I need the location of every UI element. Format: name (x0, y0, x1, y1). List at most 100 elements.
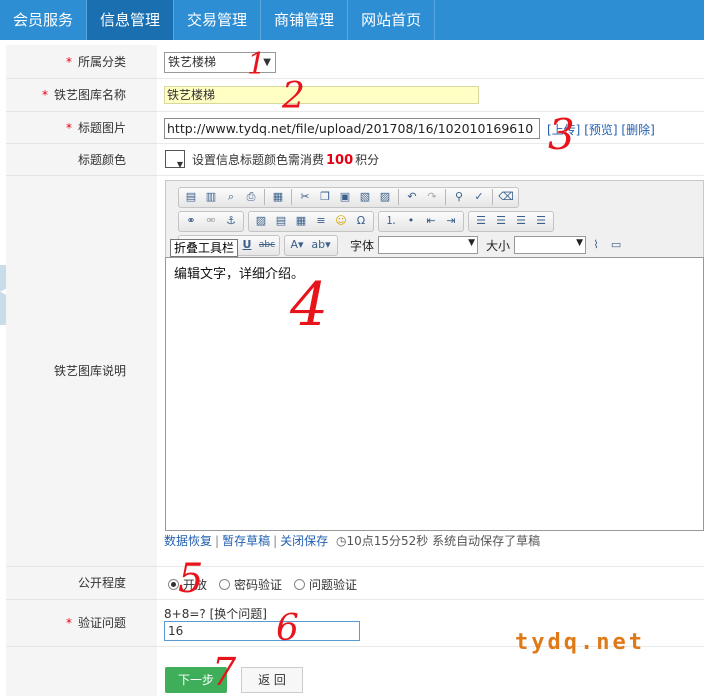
font-select[interactable]: ▼ (378, 236, 479, 254)
nav-info-management[interactable]: 信息管理 (87, 0, 175, 40)
required-asterisk: * (41, 88, 48, 102)
link-icon[interactable]: ⚭ (181, 212, 201, 230)
title-color-note-text: 设置信息标题颜色需消费 (192, 153, 325, 167)
maximize-icon[interactable]: ▭ (606, 236, 626, 254)
points-value: 100 (326, 153, 354, 168)
attachment-icon[interactable]: ⌇ (586, 236, 606, 254)
redo-icon[interactable]: ↷ (422, 188, 442, 206)
top-nav: 会员服务 信息管理 交易管理 商铺管理 网站首页 (0, 0, 704, 40)
verification-label: 验证问题 (77, 616, 126, 630)
toolbar-separator (492, 189, 493, 205)
visibility-password-label: 密码验证 (234, 578, 283, 592)
template-icon[interactable]: ▦ (268, 188, 288, 206)
nav-shop-management[interactable]: 商铺管理 (261, 0, 349, 40)
required-asterisk: * (65, 121, 72, 135)
change-question-link[interactable]: [换个问题] (210, 607, 267, 621)
paste-word-icon[interactable]: ▨ (375, 188, 395, 206)
anchor-icon[interactable]: ⚓ (221, 212, 241, 230)
editor-content: 编辑文字，详细介绍。 (174, 267, 305, 282)
toolbar-group: ▤ ▥ ⌕ ⎙ ▦ ✂ ❐ ▣ ▧ ▨ ↶ ↷ ⚲ ✓ ⌫ (178, 186, 519, 208)
toolbar-row-3: U abc A▾ ab▾ 字体 ▼ 大小 ▼ ⌇ ▭ (178, 234, 626, 256)
annotation-number: 3 (548, 110, 575, 159)
title-color-picker[interactable]: ▼ (165, 150, 185, 169)
image-icon[interactable]: ▨ (251, 212, 271, 230)
text-color-icon[interactable]: A▾ (287, 236, 307, 254)
dropdown-arrow-icon: ▼ (176, 160, 183, 169)
visibility-question-option[interactable]: 问题验证 (294, 576, 357, 593)
verification-label-cell: * 验证问题 (6, 600, 157, 647)
gallery-name-label-cell: * 铁艺图库名称 (6, 79, 157, 112)
editor-toolbar: ▤ ▥ ⌕ ⎙ ▦ ✂ ❐ ▣ ▧ ▨ ↶ ↷ ⚲ ✓ ⌫ ⚭ ⚮ ⚓ ▨ ▤ … (165, 180, 704, 258)
description-label-cell: 铁艺图库说明 (6, 176, 157, 567)
indent-icon[interactable]: ⇥ (441, 212, 461, 230)
unlink-icon[interactable]: ⚮ (201, 212, 221, 230)
description-editor[interactable]: 编辑文字，详细介绍。 (165, 257, 704, 531)
delete-link[interactable]: [删除] (621, 123, 654, 137)
nav-site-home[interactable]: 网站首页 (348, 0, 436, 40)
category-label: 所属分类 (77, 55, 126, 69)
gallery-name-input[interactable]: 铁艺楼梯 (164, 86, 479, 104)
align-justify-icon[interactable]: ☰ (531, 212, 551, 230)
preview-link[interactable]: [预览] (584, 123, 617, 137)
toolbar-group: ▨ ▤ ▦ ≡ ☺ Ω (248, 210, 374, 232)
visibility-label: 公开程度 (77, 576, 126, 590)
row-divider (157, 78, 704, 79)
save-draft-link[interactable]: 暂存草稿 (222, 534, 270, 548)
site-watermark: tydq.net (515, 630, 645, 655)
dropdown-arrow-icon: ▼ (576, 238, 584, 248)
description-label: 铁艺图库说明 (53, 364, 126, 378)
numbered-list-icon[interactable]: ⒈ (381, 212, 401, 230)
eraser-icon[interactable]: ⌫ (496, 188, 516, 206)
draft-bar: 数据恢复 | 暂存草稿 | 关闭保存 ◷10点15分52秒 系统自动保存了草稿 (164, 532, 540, 549)
new-page-icon[interactable]: ▥ (201, 188, 221, 206)
visibility-password-option[interactable]: 密码验证 (219, 576, 282, 593)
align-right-icon[interactable]: ☰ (511, 212, 531, 230)
flash-icon[interactable]: ▤ (271, 212, 291, 230)
undo-icon[interactable]: ↶ (402, 188, 422, 206)
title-image-label: 标题图片 (77, 121, 126, 135)
preview-icon[interactable]: ⌕ (221, 188, 241, 206)
verification-answer-input[interactable]: 16 (164, 621, 360, 641)
underline-icon[interactable]: U (237, 236, 257, 254)
nav-trade-management[interactable]: 交易管理 (174, 0, 262, 40)
radio-icon (219, 579, 231, 590)
title-color-label-cell: 标题颜色 (6, 144, 157, 176)
category-select-value: 铁艺楼梯 (168, 55, 217, 69)
strikethrough-icon[interactable]: abc (257, 236, 277, 254)
restore-data-link[interactable]: 数据恢复 (164, 534, 212, 548)
paste-icon[interactable]: ▣ (335, 188, 355, 206)
horizontal-rule-icon[interactable]: ≡ (311, 212, 331, 230)
nav-member-service[interactable]: 会员服务 (0, 0, 88, 40)
size-select[interactable]: ▼ (514, 236, 587, 254)
align-center-icon[interactable]: ☰ (491, 212, 511, 230)
separator: | (273, 534, 278, 548)
smiley-icon[interactable]: ☺ (331, 212, 351, 230)
source-icon[interactable]: ▤ (181, 188, 201, 206)
dropdown-arrow-icon: ▼ (468, 238, 476, 248)
close-save-link[interactable]: 关闭保存 (280, 534, 328, 548)
highlight-color-icon[interactable]: ab▾ (307, 236, 335, 254)
autosave-status: 10点15分52秒 系统自动保存了草稿 (346, 534, 541, 548)
clock-icon: ◷ (335, 534, 347, 548)
copy-icon[interactable]: ❐ (315, 188, 335, 206)
toolbar-separator (291, 189, 292, 205)
bullet-list-icon[interactable]: • (401, 212, 421, 230)
special-char-icon[interactable]: Ω (351, 212, 371, 230)
align-left-icon[interactable]: ☰ (471, 212, 491, 230)
annotation-number: 2 (282, 76, 305, 117)
radio-icon (294, 579, 306, 590)
back-button[interactable]: 返 回 (241, 667, 303, 693)
outdent-icon[interactable]: ⇤ (421, 212, 441, 230)
toolbar-separator (264, 189, 265, 205)
paste-text-icon[interactable]: ▧ (355, 188, 375, 206)
cut-icon[interactable]: ✂ (295, 188, 315, 206)
print-icon[interactable]: ⎙ (241, 188, 261, 206)
spellcheck-icon[interactable]: ✓ (469, 188, 489, 206)
title-color-label: 标题颜色 (77, 153, 126, 167)
title-image-url-input[interactable]: http://www.tydq.net/file/upload/201708/1… (164, 118, 540, 139)
table-icon[interactable]: ▦ (291, 212, 311, 230)
toolbar-group: ⒈ • ⇤ ⇥ (378, 210, 464, 232)
find-icon[interactable]: ⚲ (449, 188, 469, 206)
visibility-label-cell: 公开程度 (6, 567, 157, 600)
annotation-number: 7 (212, 650, 237, 694)
